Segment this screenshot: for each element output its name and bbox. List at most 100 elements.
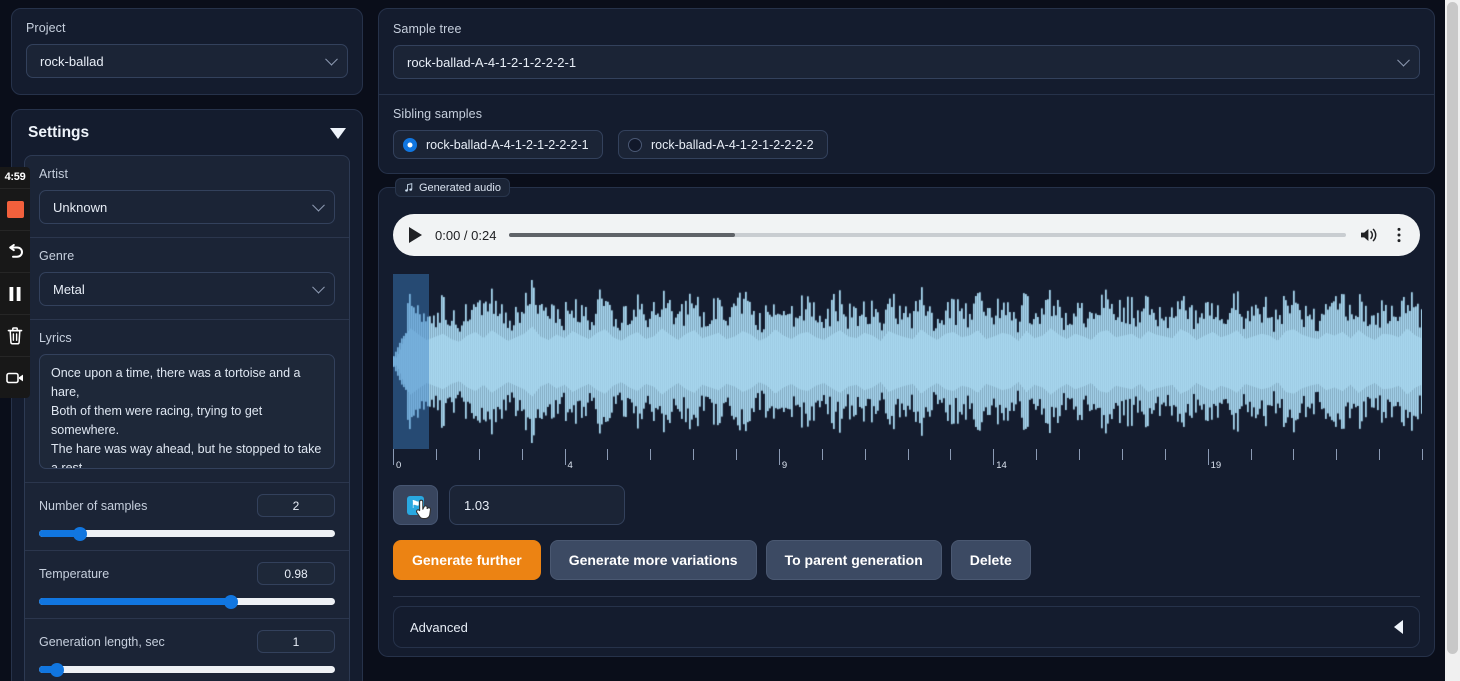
undo-arrow-icon [8, 243, 23, 258]
caret-left-icon[interactable] [1394, 620, 1403, 634]
lyrics-row: Lyrics Once upon a time, there was a tor… [25, 320, 349, 483]
artist-select[interactable]: Unknown [39, 190, 335, 224]
kebab-menu-icon[interactable] [1392, 226, 1406, 244]
trash-icon [7, 326, 23, 345]
radio-button-icon[interactable] [628, 137, 643, 152]
artist-label: Artist [39, 167, 69, 181]
ruler-tick [736, 449, 737, 460]
stop-square-icon [6, 201, 24, 218]
delete-button[interactable]: Delete [950, 540, 1031, 580]
genre-select[interactable]: Metal [39, 272, 335, 306]
waveform-canvas[interactable] [393, 274, 1422, 449]
ruler-tick [778, 449, 780, 465]
chevron-down-icon [325, 52, 338, 66]
ruler-tick [607, 449, 609, 460]
ruler-tick [693, 449, 695, 460]
pin-icon: ⚑ [407, 495, 424, 515]
ruler-tick-label: 0 [396, 460, 402, 471]
music-note-icon [405, 182, 413, 192]
generation-length-slider[interactable] [39, 662, 335, 677]
main-content: Sample tree rock-ballad-A-4-1-2-1-2-2-2-… [378, 8, 1435, 657]
slider-row-1: Temperature 0.98 [25, 551, 349, 619]
project-select[interactable]: rock-ballad [26, 44, 348, 78]
ruler-tick [478, 449, 480, 460]
to-parent-generation-button[interactable]: To parent generation [765, 540, 942, 580]
sibling-samples-group: rock-ballad-A-4-1-2-1-2-2-2-1 rock-balla… [393, 130, 1420, 159]
caret-down-icon[interactable] [330, 127, 346, 139]
ruler-tick [864, 449, 866, 460]
advanced-section-header[interactable]: Advanced [393, 606, 1420, 648]
pause-icon [9, 286, 21, 301]
player-seek-bar[interactable] [509, 233, 1346, 237]
ruler-tick [1336, 449, 1338, 460]
project-panel: Project rock-ballad [11, 8, 363, 95]
ruler-tick [1207, 449, 1209, 465]
waveform-display[interactable] [393, 274, 1422, 449]
generation-length-label: Generation length, sec [39, 634, 165, 649]
ruler-tick [993, 449, 995, 465]
generation-value-input[interactable]: 1.03 [449, 485, 625, 525]
ruler-tick [1379, 449, 1381, 460]
video-camera-icon [5, 372, 23, 383]
divider [393, 596, 1420, 597]
sibling-sample-label-1: rock-ballad-A-4-1-2-1-2-2-2-2 [651, 137, 814, 152]
settings-body: Artist Unknown Genre Metal Lyrics Once u… [24, 155, 350, 681]
ruler-tick [1121, 449, 1123, 460]
pause-button[interactable] [0, 272, 30, 314]
number-of-samples-slider[interactable] [39, 526, 335, 541]
generate-further-button[interactable]: Generate further [393, 540, 541, 580]
sibling-samples-section: Sibling samples rock-ballad-A-4-1-2-1-2-… [379, 95, 1434, 173]
chevron-down-icon [312, 280, 325, 294]
play-icon[interactable] [409, 227, 422, 243]
camera-button[interactable] [0, 356, 30, 398]
ruler-tick [393, 449, 394, 465]
sibling-samples-label: Sibling samples [393, 107, 483, 121]
scrollbar-thumb[interactable] [1447, 2, 1458, 654]
sibling-sample-option-0[interactable]: rock-ballad-A-4-1-2-1-2-2-2-1 [393, 130, 603, 159]
undo-button[interactable] [0, 230, 30, 272]
chevron-down-icon [1397, 53, 1410, 67]
ruler-tick [564, 449, 566, 465]
vertical-scrollbar[interactable] [1445, 0, 1460, 681]
audio-player: 0:00 / 0:24 [393, 214, 1420, 256]
radio-button-selected-icon[interactable] [403, 137, 417, 152]
temperature-slider[interactable] [39, 594, 335, 609]
generated-audio-label: Generated audio [419, 181, 501, 194]
lyrics-textarea[interactable]: Once upon a time, there was a tortoise a… [39, 354, 335, 469]
ruler-tick [1164, 449, 1166, 460]
volume-icon[interactable] [1359, 226, 1379, 244]
generation-length-input[interactable]: 1 [257, 630, 335, 653]
waveform-timeline-ruler: 0 4 9 14 19 [393, 449, 1423, 477]
pin-button[interactable]: ⚑ [393, 485, 438, 525]
chevron-down-icon [312, 198, 325, 212]
slider-row-2: Generation length, sec 1 [25, 619, 349, 681]
sample-tree-section: Sample tree rock-ballad-A-4-1-2-1-2-2-2-… [379, 9, 1434, 95]
project-label: Project [26, 21, 66, 35]
ruler-tick [821, 449, 823, 460]
recording-timer: 4:59 [4, 171, 26, 183]
sample-tree-select[interactable]: rock-ballad-A-4-1-2-1-2-2-2-1 [393, 45, 1420, 79]
settings-header[interactable]: Settings [12, 110, 362, 155]
temperature-label: Temperature [39, 566, 110, 581]
generate-more-variations-button[interactable]: Generate more variations [549, 540, 757, 580]
stop-recording-button[interactable] [0, 188, 30, 230]
player-time: 0:00 / 0:24 [435, 227, 497, 243]
temperature-input[interactable]: 0.98 [257, 562, 335, 585]
advanced-label: Advanced [410, 619, 468, 635]
number-of-samples-input[interactable]: 2 [257, 494, 335, 517]
settings-panel: Settings Artist Unknown Genre Metal Lyri… [11, 109, 363, 681]
genre-value: Metal [53, 281, 85, 297]
artist-value: Unknown [53, 199, 108, 215]
delete-recording-button[interactable] [0, 314, 30, 356]
pin-and-value-row: ⚑ 1.03 [393, 485, 1420, 525]
ruler-tick [1293, 449, 1295, 460]
ruler-tick [521, 449, 523, 460]
audio-player-wrapper: 0:00 / 0:24 [379, 188, 1434, 256]
generated-audio-badge: Generated audio [395, 178, 510, 197]
lyrics-label: Lyrics [39, 331, 72, 345]
ruler-tick [1250, 449, 1252, 460]
waveform-selection-region[interactable] [393, 274, 429, 449]
slider-row-0: Number of samples 2 [25, 483, 349, 551]
sibling-sample-option-1[interactable]: rock-ballad-A-4-1-2-1-2-2-2-2 [618, 130, 828, 159]
ruler-tick-label: 19 [1210, 460, 1222, 471]
